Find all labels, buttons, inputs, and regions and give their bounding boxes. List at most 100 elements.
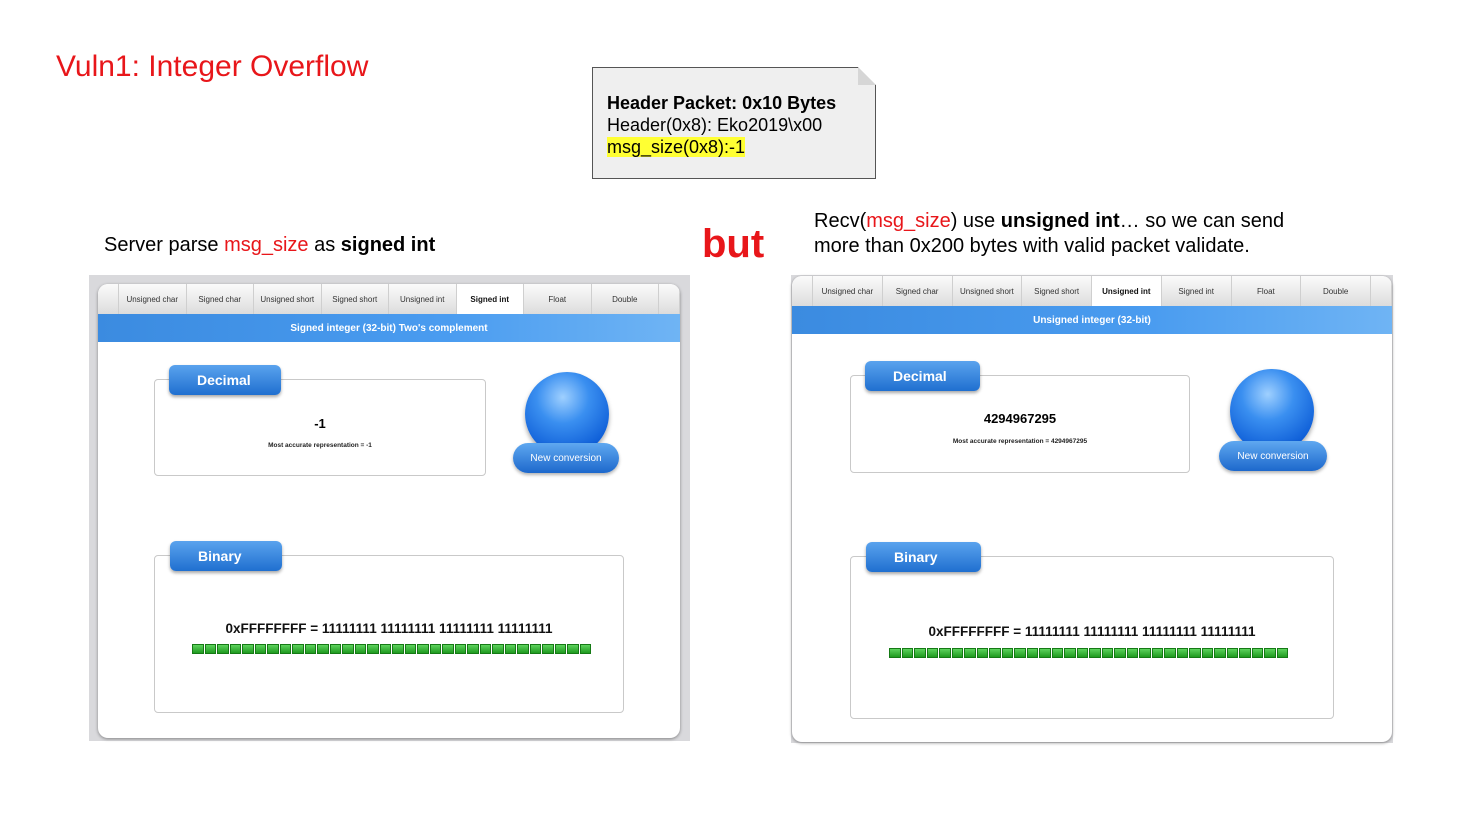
bit-cell[interactable] xyxy=(1276,648,1288,658)
bit-cell[interactable] xyxy=(1014,648,1026,658)
bit-cell[interactable] xyxy=(1126,648,1138,658)
bit-row xyxy=(192,644,591,654)
bit-cell[interactable] xyxy=(329,644,341,654)
bit-cell[interactable] xyxy=(1051,648,1063,658)
type-tabs: Unsigned char Signed char Unsigned short… xyxy=(792,276,1392,307)
tab-signed-int[interactable]: Signed int xyxy=(1162,276,1232,306)
bit-cell[interactable] xyxy=(354,644,366,654)
bit-cell[interactable] xyxy=(192,644,204,654)
binary-box: 0xFFFFFFFF = 11111111 11111111 11111111 … xyxy=(850,556,1334,719)
binary-label: Binary xyxy=(170,541,282,571)
bit-cell[interactable] xyxy=(304,644,316,654)
bit-cell[interactable] xyxy=(976,648,988,658)
bit-cell[interactable] xyxy=(567,644,579,654)
bit-cell[interactable] xyxy=(1101,648,1113,658)
bit-cell[interactable] xyxy=(939,648,951,658)
bit-cell[interactable] xyxy=(951,648,963,658)
bit-cell[interactable] xyxy=(989,648,1001,658)
bit-cell[interactable] xyxy=(504,644,516,654)
tab-float[interactable]: Float xyxy=(524,284,592,314)
bit-cell[interactable] xyxy=(492,644,504,654)
bit-cell[interactable] xyxy=(254,644,266,654)
bit-cell[interactable] xyxy=(292,644,304,654)
tab-signed-char[interactable]: Signed char xyxy=(883,276,953,306)
left-caption: Server parse msg_size as signed int xyxy=(104,234,436,256)
tab-edge xyxy=(98,284,119,314)
tab-unsigned-short[interactable]: Unsigned short xyxy=(254,284,322,314)
bit-cell[interactable] xyxy=(404,644,416,654)
bit-cell[interactable] xyxy=(392,644,404,654)
tab-signed-int[interactable]: Signed int xyxy=(456,284,524,314)
bit-cell[interactable] xyxy=(517,644,529,654)
bit-cell[interactable] xyxy=(1026,648,1038,658)
type-tabs: Unsigned char Signed char Unsigned short… xyxy=(98,284,680,315)
note-folded-corner xyxy=(858,67,876,85)
bit-cell[interactable] xyxy=(417,644,429,654)
converter-panel: Unsigned char Signed char Unsigned short… xyxy=(98,284,680,738)
bit-cell[interactable] xyxy=(1039,648,1051,658)
bit-cell[interactable] xyxy=(1214,648,1226,658)
bit-cell[interactable] xyxy=(429,644,441,654)
bit-cell[interactable] xyxy=(279,644,291,654)
new-conversion-button[interactable]: New conversion xyxy=(1219,441,1327,471)
bit-cell[interactable] xyxy=(267,644,279,654)
decimal-label: Decimal xyxy=(169,365,281,395)
type-header: Signed integer (32-bit) Two's complement xyxy=(98,314,680,342)
bit-cell[interactable] xyxy=(542,644,554,654)
tab-signed-short[interactable]: Signed short xyxy=(1022,276,1092,306)
bit-cell[interactable] xyxy=(229,644,241,654)
bit-cell[interactable] xyxy=(342,644,354,654)
bit-cell[interactable] xyxy=(1226,648,1238,658)
decimal-value: 4294967295 xyxy=(983,411,1057,426)
tab-unsigned-int[interactable]: Unsigned int xyxy=(1092,276,1162,306)
bit-cell[interactable] xyxy=(1201,648,1213,658)
bit-cell[interactable] xyxy=(529,644,541,654)
tab-double[interactable]: Double xyxy=(1301,276,1371,306)
bit-cell[interactable] xyxy=(467,644,479,654)
bit-cell[interactable] xyxy=(317,644,329,654)
bit-cell[interactable] xyxy=(479,644,491,654)
bit-cell[interactable] xyxy=(454,644,466,654)
bit-cell[interactable] xyxy=(1239,648,1251,658)
bit-cell[interactable] xyxy=(1001,648,1013,658)
bit-cell[interactable] xyxy=(1251,648,1263,658)
bit-cell[interactable] xyxy=(914,648,926,658)
tab-signed-short[interactable]: Signed short xyxy=(322,284,389,314)
bit-cell[interactable] xyxy=(1139,648,1151,658)
bit-cell[interactable] xyxy=(579,644,591,654)
bit-cell[interactable] xyxy=(1114,648,1126,658)
accurate-representation: Most accurate representation = 429496729… xyxy=(952,438,1088,445)
bit-cell[interactable] xyxy=(1089,648,1101,658)
bit-cell[interactable] xyxy=(242,644,254,654)
tab-signed-char[interactable]: Signed char xyxy=(187,284,254,314)
tab-unsigned-char[interactable]: Unsigned char xyxy=(813,276,883,306)
bit-cell[interactable] xyxy=(901,648,913,658)
bit-cell[interactable] xyxy=(217,644,229,654)
bit-cell[interactable] xyxy=(1151,648,1163,658)
bit-cell[interactable] xyxy=(554,644,566,654)
but-label: but xyxy=(702,222,765,266)
tab-edge xyxy=(659,284,680,314)
bit-cell[interactable] xyxy=(1164,648,1176,658)
note-msg-size-line: msg_size(0x8):-1 xyxy=(607,137,746,157)
bit-cell[interactable] xyxy=(1264,648,1276,658)
tab-unsigned-short[interactable]: Unsigned short xyxy=(953,276,1023,306)
bit-cell[interactable] xyxy=(964,648,976,658)
bit-cell[interactable] xyxy=(889,648,901,658)
bit-cell[interactable] xyxy=(367,644,379,654)
bit-cell[interactable] xyxy=(1189,648,1201,658)
bit-cell[interactable] xyxy=(204,644,216,654)
tab-unsigned-char[interactable]: Unsigned char xyxy=(119,284,187,314)
new-conversion-button[interactable]: New conversion xyxy=(513,443,619,473)
right-converter-screenshot: Unsigned char Signed char Unsigned short… xyxy=(791,275,1393,743)
bit-cell[interactable] xyxy=(1064,648,1076,658)
bit-cell[interactable] xyxy=(1176,648,1188,658)
bit-cell[interactable] xyxy=(442,644,454,654)
bit-cell[interactable] xyxy=(379,644,391,654)
tab-unsigned-int[interactable]: Unsigned int xyxy=(389,284,457,314)
bit-cell[interactable] xyxy=(1076,648,1088,658)
tab-double[interactable]: Double xyxy=(592,284,659,314)
tab-float[interactable]: Float xyxy=(1232,276,1302,306)
converter-panel: Unsigned char Signed char Unsigned short… xyxy=(792,276,1392,742)
bit-cell[interactable] xyxy=(926,648,938,658)
